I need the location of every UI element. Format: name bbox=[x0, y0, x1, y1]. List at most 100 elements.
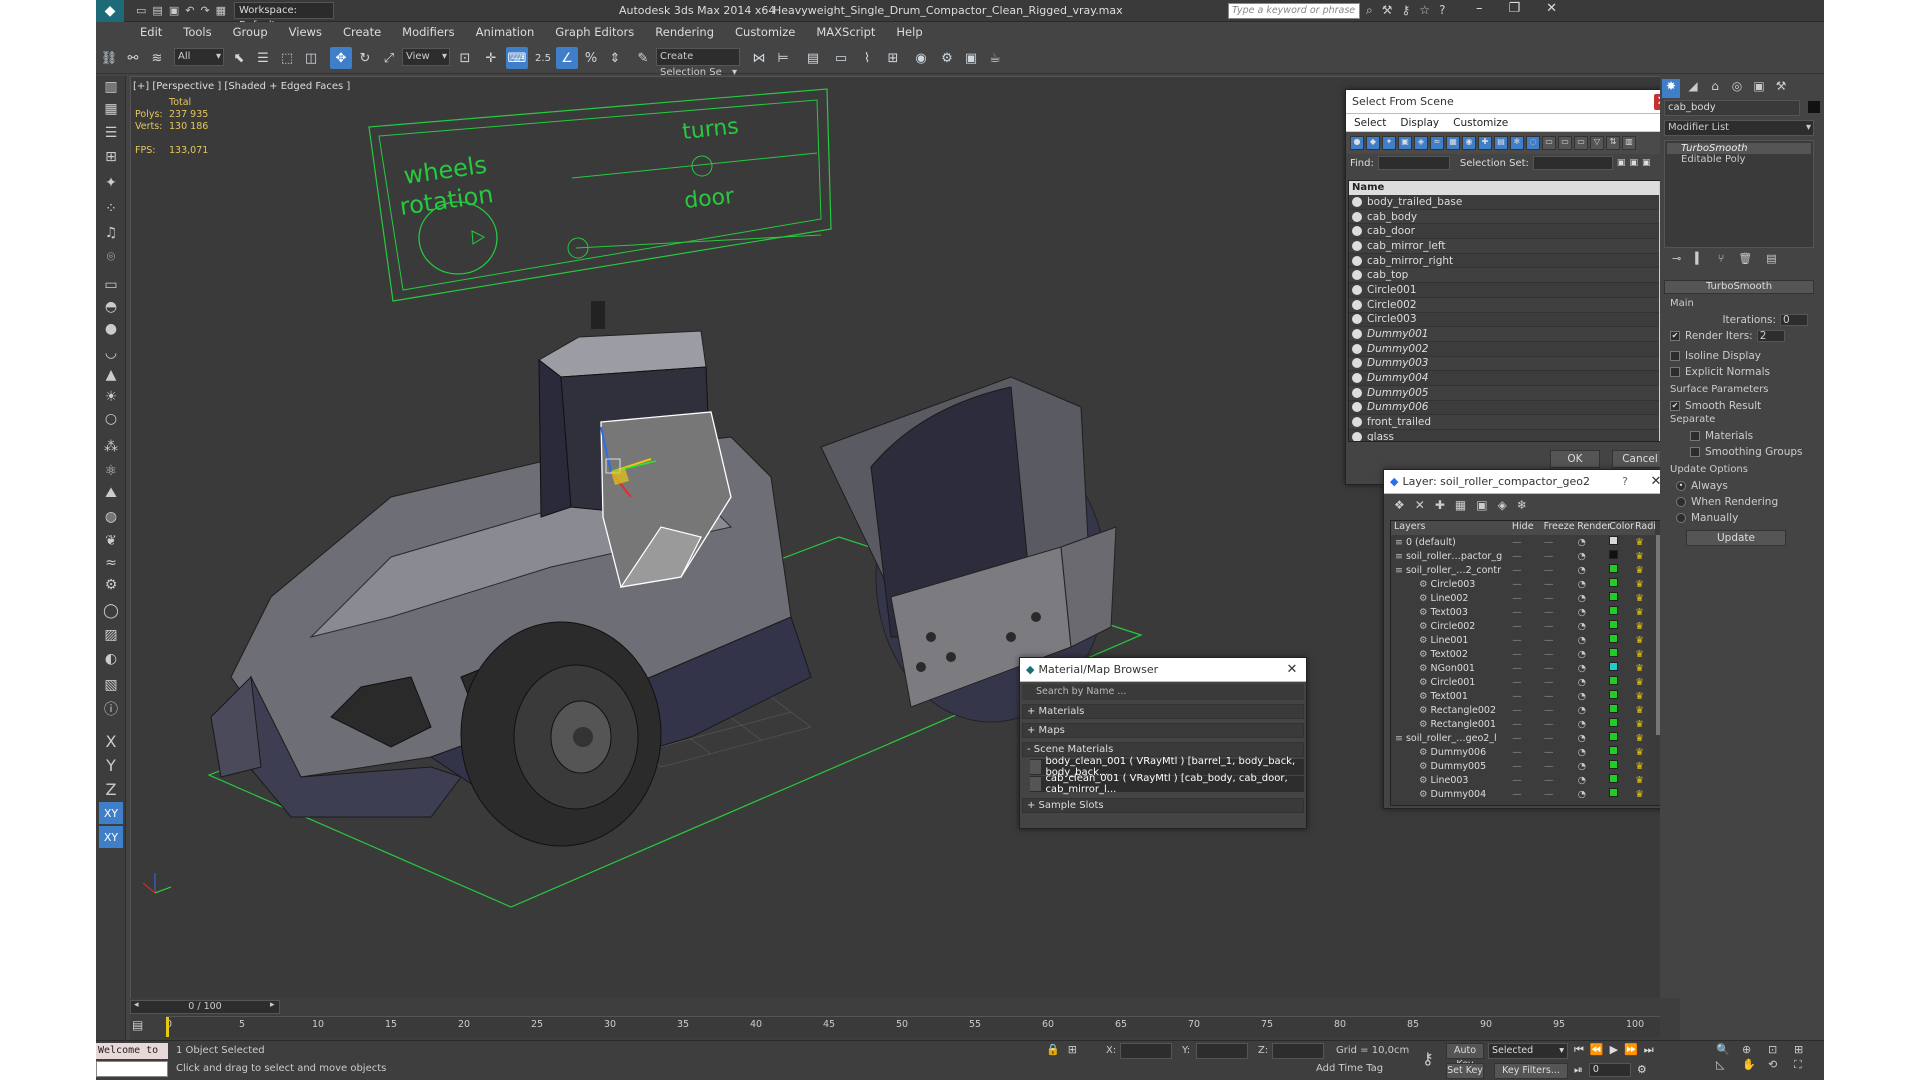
scene-item[interactable]: cab_mirror_left bbox=[1349, 239, 1671, 254]
layer-row[interactable]: ≡ 0 (default) — — ◔ ♛ bbox=[1391, 535, 1665, 549]
select-manipulate-icon[interactable]: ✛ bbox=[480, 47, 502, 69]
freeze-toggle[interactable]: — bbox=[1544, 691, 1578, 702]
freeze-toggle[interactable]: — bbox=[1544, 663, 1578, 674]
track-bar[interactable]: 0 5 10 15 20 25 30 35 40 45 50 55 60 65 70 75 80 85 90 95 10… bbox=[166, 1016, 1660, 1038]
freeze-toggle[interactable]: — bbox=[1544, 775, 1578, 786]
render-teapot-icon[interactable]: ◔ bbox=[1578, 705, 1610, 716]
hide-all-icon[interactable]: ◈ bbox=[1498, 498, 1507, 512]
layer-object-row[interactable]: ⚙ Circle001— — ◔ ♛ bbox=[1391, 675, 1665, 689]
goto-end-icon[interactable]: ⏭ bbox=[1644, 1043, 1654, 1057]
key-filters-button[interactable]: Key Filters... bbox=[1494, 1063, 1568, 1079]
binoculars-icon[interactable]: ⌕ bbox=[1366, 3, 1373, 18]
hide-toggle[interactable]: — bbox=[1512, 719, 1544, 730]
name-column-header[interactable]: Name bbox=[1349, 181, 1671, 195]
scene-item[interactable]: Dummy006 bbox=[1349, 401, 1671, 416]
pin-stack-icon[interactable]: ⊸ bbox=[1672, 252, 1681, 272]
key-mode-dropdown[interactable]: Selected ▾ bbox=[1488, 1043, 1568, 1059]
layer-object-row[interactable]: ⚙ Rectangle002— — ◔ ♛ bbox=[1391, 703, 1665, 717]
axis-x-icon[interactable]: X bbox=[99, 730, 123, 752]
edit-set-icon[interactable]: ▣ bbox=[1629, 158, 1638, 168]
layer-color-cell[interactable] bbox=[1609, 760, 1635, 772]
render-iters-spinner[interactable]: 2 bbox=[1756, 330, 1785, 342]
menu-tools[interactable]: Tools bbox=[183, 25, 211, 39]
orbit-icon[interactable]: ⟲ bbox=[1768, 1058, 1792, 1072]
maximize-icon[interactable]: ❐ bbox=[1509, 1, 1521, 16]
scene-item[interactable]: Dummy003 bbox=[1349, 356, 1671, 372]
snap-toggle-icon[interactable]: 2.5 bbox=[532, 47, 554, 69]
layer-row[interactable]: ≡ soil_roller_…geo2_l — — ◔ ♛ bbox=[1391, 731, 1665, 745]
maps-section[interactable]: + Maps bbox=[1022, 723, 1304, 738]
hair-icon[interactable]: ≈ bbox=[99, 552, 123, 574]
freeze-toggle[interactable]: — bbox=[1544, 733, 1578, 744]
filter-geometry-icon[interactable]: ● bbox=[1350, 136, 1364, 150]
grid-icon[interactable]: ⊞ bbox=[99, 146, 123, 168]
dots-icon[interactable]: ⁘ bbox=[99, 198, 123, 220]
align-icon[interactable]: ⊨ bbox=[772, 47, 794, 69]
render-iters-checkbox[interactable]: ✔ bbox=[1670, 331, 1680, 341]
info-icon[interactable]: ⓘ bbox=[99, 698, 123, 720]
freeze-toggle[interactable]: — bbox=[1544, 635, 1578, 646]
turbosmooth-rollout-header[interactable]: TurboSmooth bbox=[1664, 280, 1814, 294]
layer-color-cell[interactable] bbox=[1609, 648, 1635, 660]
filter-icon[interactable]: ▽ bbox=[1590, 136, 1604, 150]
schematic-view-icon[interactable]: ⊞ bbox=[882, 47, 904, 69]
list-icon[interactable]: ☰ bbox=[99, 122, 123, 144]
scene-object-list[interactable]: Name body_trailed_base cab_body cab_door ca… bbox=[1348, 180, 1672, 442]
container-icon[interactable]: ▥ bbox=[99, 76, 123, 98]
layer-color-cell[interactable] bbox=[1609, 578, 1635, 590]
key-mode-icon[interactable]: ⚷ bbox=[1422, 1049, 1434, 1068]
current-frame-field[interactable]: 0 bbox=[1588, 1063, 1631, 1077]
time-next-icon[interactable]: ▸ bbox=[270, 1000, 275, 1010]
plant-icon[interactable]: ❦ bbox=[99, 530, 123, 552]
layer-manager-icon[interactable]: ▤ bbox=[802, 47, 824, 69]
new-layer-icon[interactable]: ❖ bbox=[1394, 498, 1405, 512]
hide-toggle[interactable]: — bbox=[1512, 761, 1544, 772]
layer-object-row[interactable]: ⚙ Text002— — ◔ ♛ bbox=[1391, 647, 1665, 661]
hide-toggle[interactable]: — bbox=[1512, 607, 1544, 618]
modify-tab-icon[interactable]: ◢ bbox=[1684, 79, 1702, 98]
layer-color-cell[interactable] bbox=[1609, 606, 1635, 618]
menu-create[interactable]: Create bbox=[343, 25, 381, 39]
freeze-toggle[interactable]: — bbox=[1544, 705, 1578, 716]
zoom-extents-icon[interactable]: ⊡ bbox=[1768, 1043, 1792, 1056]
layer-color-cell[interactable] bbox=[1609, 550, 1635, 562]
reference-coord-dropdown[interactable]: View ▾ bbox=[402, 48, 450, 66]
axis-z-icon[interactable]: Z bbox=[99, 778, 123, 800]
layer-color-cell[interactable] bbox=[1609, 774, 1635, 786]
scene-materials-section[interactable]: - Scene Materials bbox=[1022, 742, 1304, 757]
star-icon[interactable]: ☆ bbox=[1419, 3, 1430, 18]
zoom-all-icon[interactable]: ⊕ bbox=[1742, 1043, 1766, 1056]
rotate-icon[interactable]: ↻ bbox=[354, 47, 376, 69]
fov-icon[interactable]: ◺ bbox=[1716, 1058, 1740, 1072]
render-teapot-icon[interactable]: ◔ bbox=[1578, 719, 1610, 730]
layer-color-cell[interactable] bbox=[1609, 732, 1635, 744]
layer-color-cell[interactable] bbox=[1609, 690, 1635, 702]
selection-set-dropdown[interactable] bbox=[1532, 156, 1613, 170]
hide-toggle[interactable]: — bbox=[1512, 789, 1544, 800]
remove-modifier-icon[interactable]: 🗑 bbox=[1738, 252, 1752, 272]
render-teapot-icon[interactable]: ◔ bbox=[1578, 565, 1610, 576]
curve-editor-icon[interactable]: ⌇ bbox=[856, 47, 878, 69]
freeze-toggle[interactable]: — bbox=[1544, 747, 1578, 758]
zoom-icon[interactable]: 🔍 bbox=[1716, 1043, 1740, 1056]
hide-toggle[interactable]: — bbox=[1512, 705, 1544, 716]
always-radio[interactable]: • bbox=[1676, 481, 1686, 491]
iterations-spinner[interactable]: 0 bbox=[1780, 314, 1808, 326]
bind-spacewarp-icon[interactable]: ≋ bbox=[146, 47, 168, 69]
freeze-toggle[interactable]: — bbox=[1544, 761, 1578, 772]
tools-icon[interactable]: ⚒ bbox=[1382, 3, 1393, 18]
unlink-icon[interactable]: ⚯ bbox=[122, 47, 144, 69]
filter-helpers-icon[interactable]: ◈ bbox=[1414, 136, 1428, 150]
layer-color-cell[interactable] bbox=[1609, 718, 1635, 730]
freeze-toggle[interactable]: — bbox=[1544, 649, 1578, 660]
freeze-toggle[interactable]: — bbox=[1544, 579, 1578, 590]
menu-edit[interactable]: Edit bbox=[140, 25, 162, 39]
selection-lock-icon[interactable]: 🔒 bbox=[1046, 1043, 1060, 1056]
motion-tab-icon[interactable]: ◎ bbox=[1728, 79, 1746, 98]
sfs-menu-display[interactable]: Display bbox=[1400, 117, 1439, 129]
hide-toggle[interactable]: — bbox=[1512, 537, 1544, 548]
layer-row[interactable]: ≡ soil_roller…pactor_g — — ◔ ♛ bbox=[1391, 549, 1665, 563]
hide-toggle[interactable]: — bbox=[1512, 775, 1544, 786]
menu-rendering[interactable]: Rendering bbox=[655, 25, 714, 39]
layer-color-cell[interactable] bbox=[1609, 592, 1635, 604]
